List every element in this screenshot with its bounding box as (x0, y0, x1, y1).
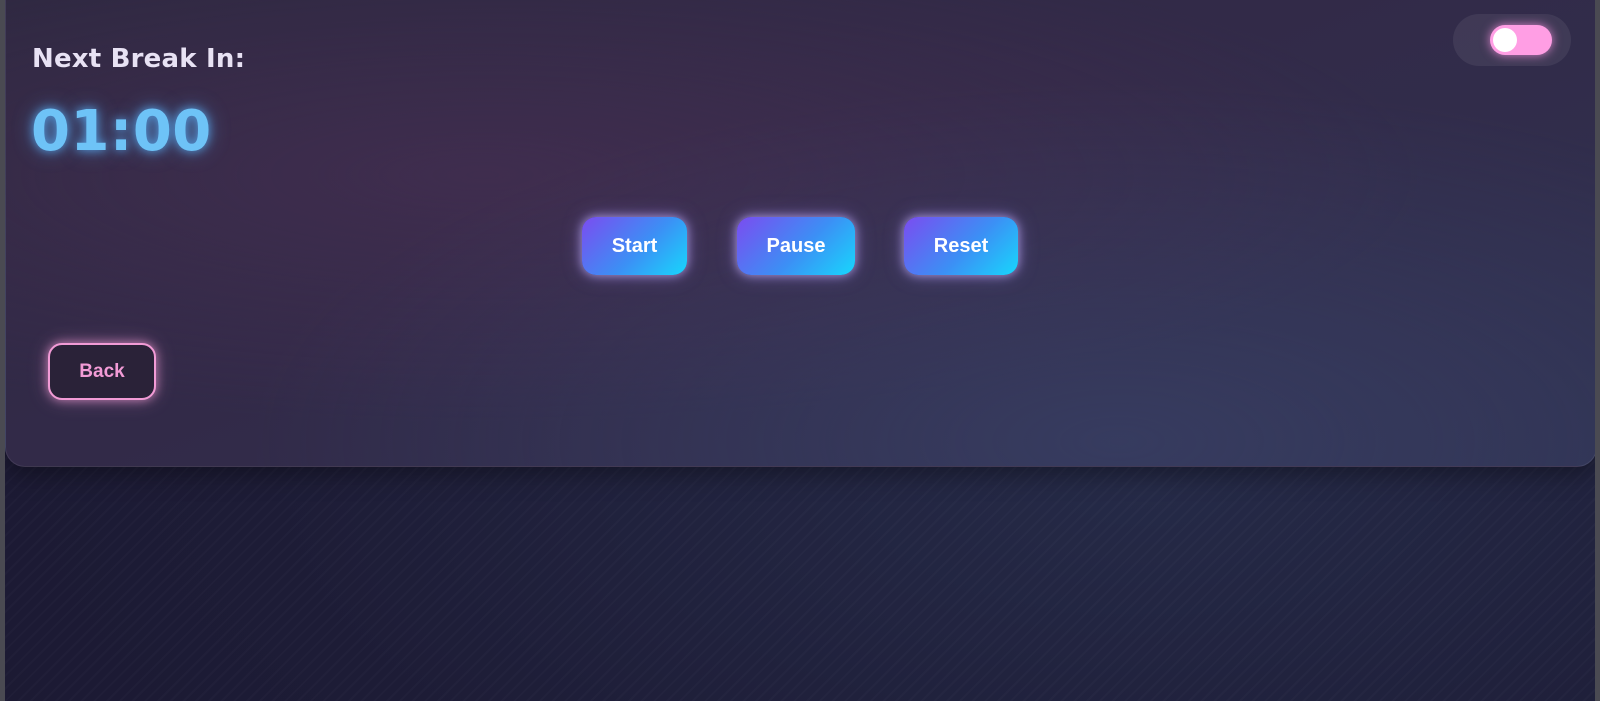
countdown-display: 01:00 (31, 99, 212, 164)
panel-title: Next Break In: (32, 44, 246, 74)
toggle-knob (1493, 28, 1517, 52)
timer-panel: Next Break In: 01:00 Start Pause Reset B… (5, 0, 1595, 467)
app-viewport: Next Break In: 01:00 Start Pause Reset B… (5, 0, 1595, 701)
start-button[interactable]: Start (582, 217, 687, 275)
pause-button[interactable]: Pause (737, 217, 855, 275)
theme-toggle-container (1453, 14, 1571, 66)
theme-toggle-switch[interactable] (1490, 25, 1552, 55)
reset-button[interactable]: Reset (904, 217, 1018, 275)
back-button[interactable]: Back (48, 343, 156, 400)
